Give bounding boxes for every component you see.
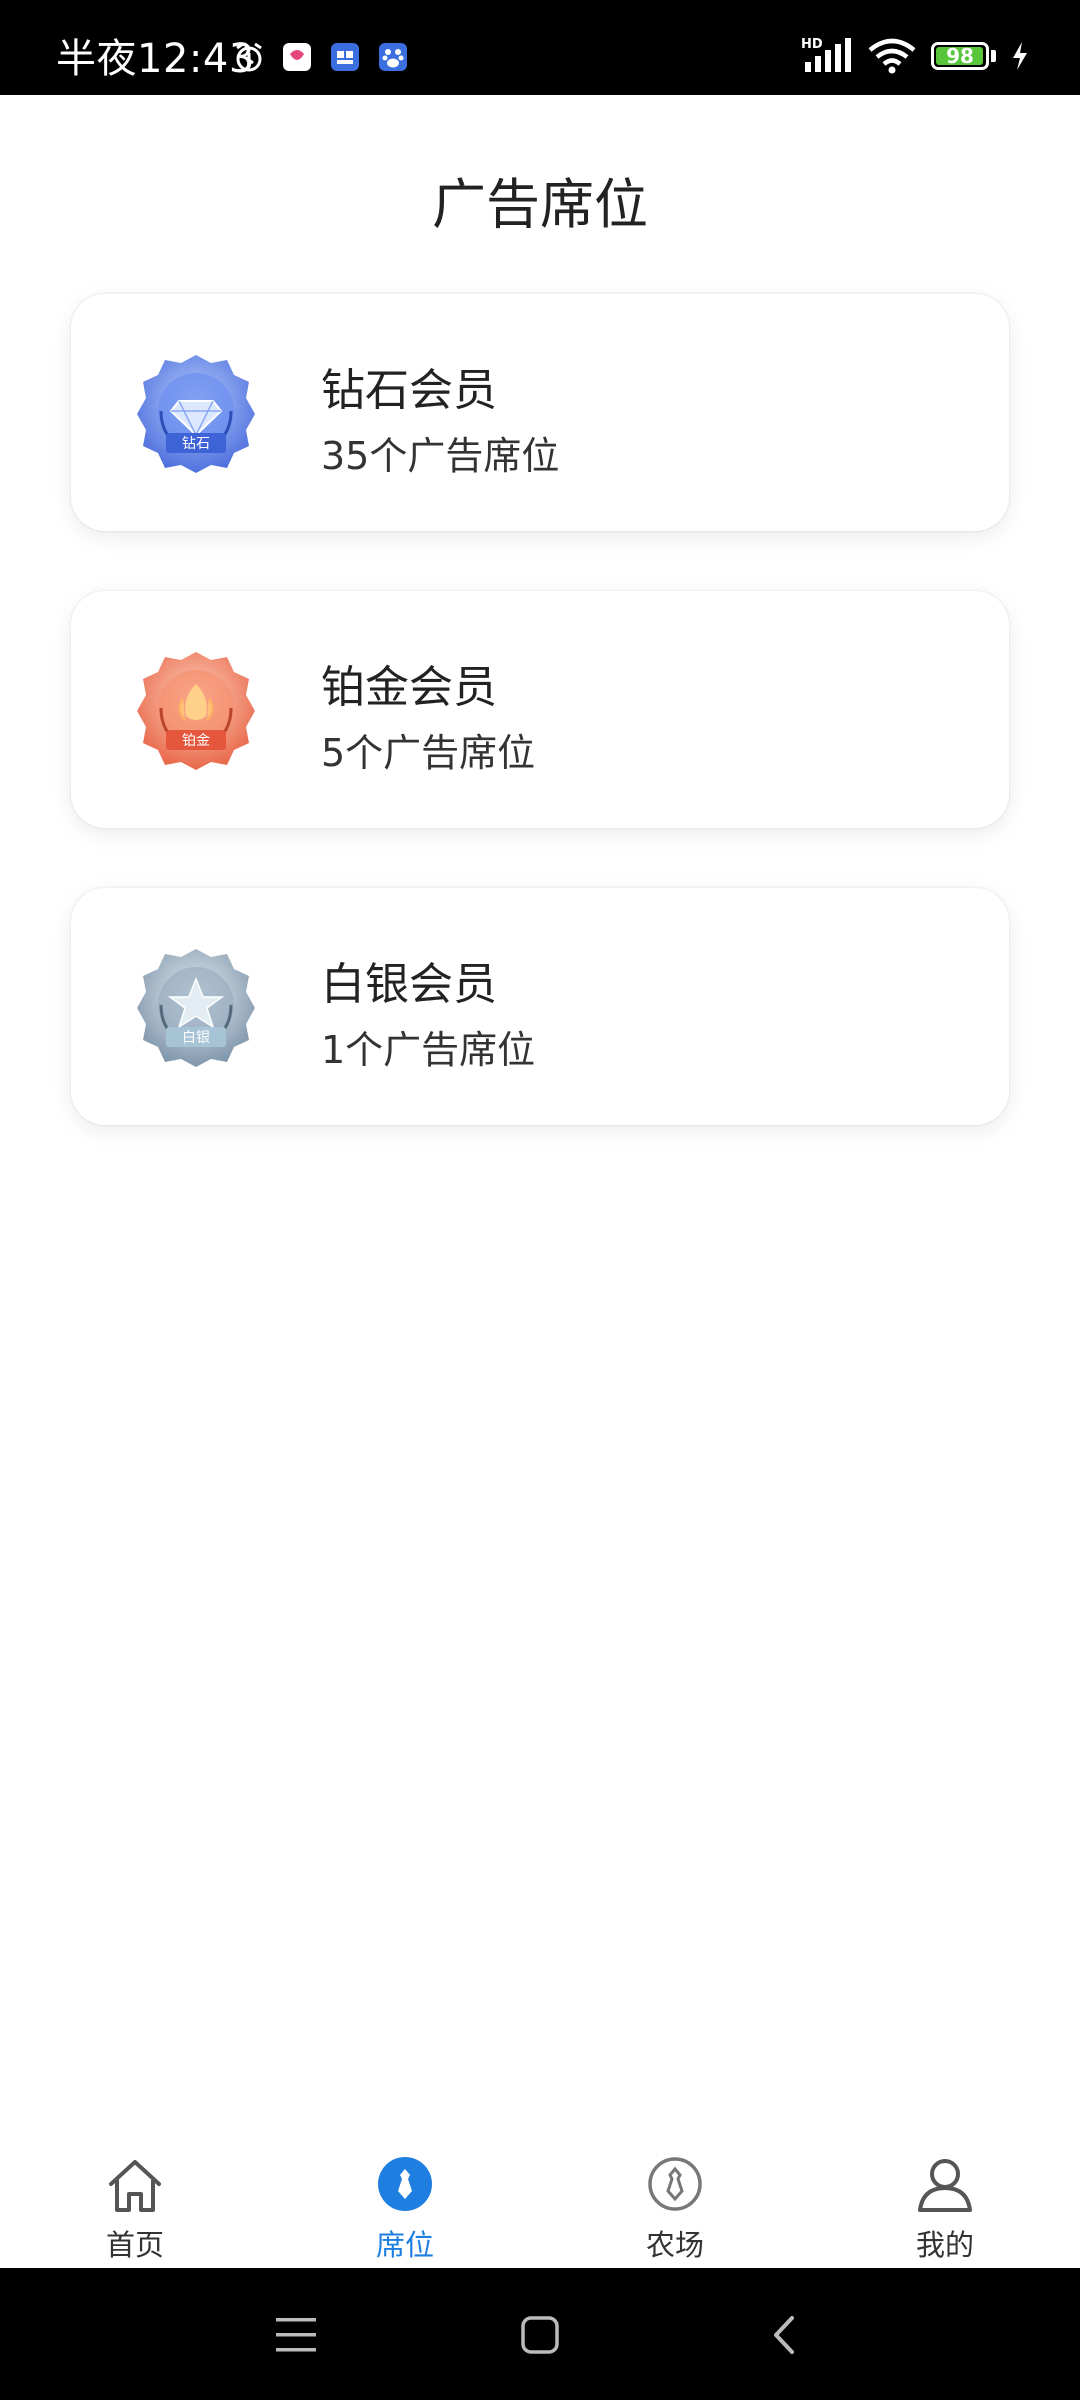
signal-icon: HD <box>801 37 851 72</box>
status-bar: 半夜12:43 HD 98 <box>0 0 1080 95</box>
battery-icon: 98 <box>931 42 989 70</box>
page-title: 广告席位 <box>432 173 648 236</box>
tab-label: 我的 <box>915 2228 974 2262</box>
badge-label: 白银 <box>182 1030 210 1046</box>
badge-label: 钻石 <box>182 436 210 452</box>
tab-label: 首页 <box>105 2228 164 2262</box>
tab-seat[interactable]: 席位 <box>270 2130 540 2268</box>
menu-icon[interactable] <box>276 2316 316 2354</box>
battery-level: 98 <box>946 44 974 68</box>
wifi-icon <box>868 38 916 74</box>
membership-card-platinum[interactable]: 铂金 铂金会员 5个广告席位 <box>71 591 1009 828</box>
tab-label: 席位 <box>375 2228 434 2262</box>
battery-indicator: 98 <box>931 42 996 70</box>
status-left-icons <box>232 40 410 74</box>
tab-home[interactable]: 首页 <box>0 2130 270 2268</box>
system-nav-bar <box>0 2268 1080 2400</box>
app-notification-icon <box>283 43 311 71</box>
card-title: 钻石会员 <box>321 365 497 416</box>
status-right-icons: HD 98 <box>801 36 1030 76</box>
badge-label: 铂金 <box>182 733 210 749</box>
home-button-icon[interactable] <box>520 2315 560 2355</box>
network-label: HD <box>801 37 823 52</box>
farm-icon <box>648 2157 702 2211</box>
home-icon <box>109 2160 161 2212</box>
profile-icon <box>918 2159 972 2212</box>
tab-profile[interactable]: 我的 <box>810 2130 1080 2268</box>
status-time: 半夜12:43 <box>56 36 255 82</box>
silver-badge-icon: 白银 <box>137 949 255 1067</box>
app-notification-icon <box>331 43 359 71</box>
card-title: 铂金会员 <box>321 662 497 713</box>
diamond-badge-icon: 钻石 <box>137 355 255 473</box>
seat-icon <box>378 2157 432 2211</box>
membership-card-silver[interactable]: 白银 白银会员 1个广告席位 <box>71 888 1009 1125</box>
membership-card-diamond[interactable]: 钻石 钻石会员 35个广告席位 <box>71 294 1009 531</box>
battery-nub <box>991 50 996 62</box>
back-icon[interactable] <box>768 2314 798 2356</box>
charging-icon <box>1013 42 1027 70</box>
card-subtitle: 1个广告席位 <box>321 1028 536 1072</box>
card-subtitle: 35个广告席位 <box>321 434 560 478</box>
card-subtitle: 5个广告席位 <box>321 731 536 775</box>
platinum-badge-icon: 铂金 <box>137 652 255 770</box>
tab-farm[interactable]: 农场 <box>540 2130 810 2268</box>
alarm-icon <box>236 42 262 72</box>
baidu-icon <box>379 43 407 71</box>
tab-label: 农场 <box>645 2228 704 2262</box>
card-title: 白银会员 <box>321 959 497 1010</box>
bottom-tab-bar: 首页 席位 农场 我的 <box>0 2130 1080 2268</box>
